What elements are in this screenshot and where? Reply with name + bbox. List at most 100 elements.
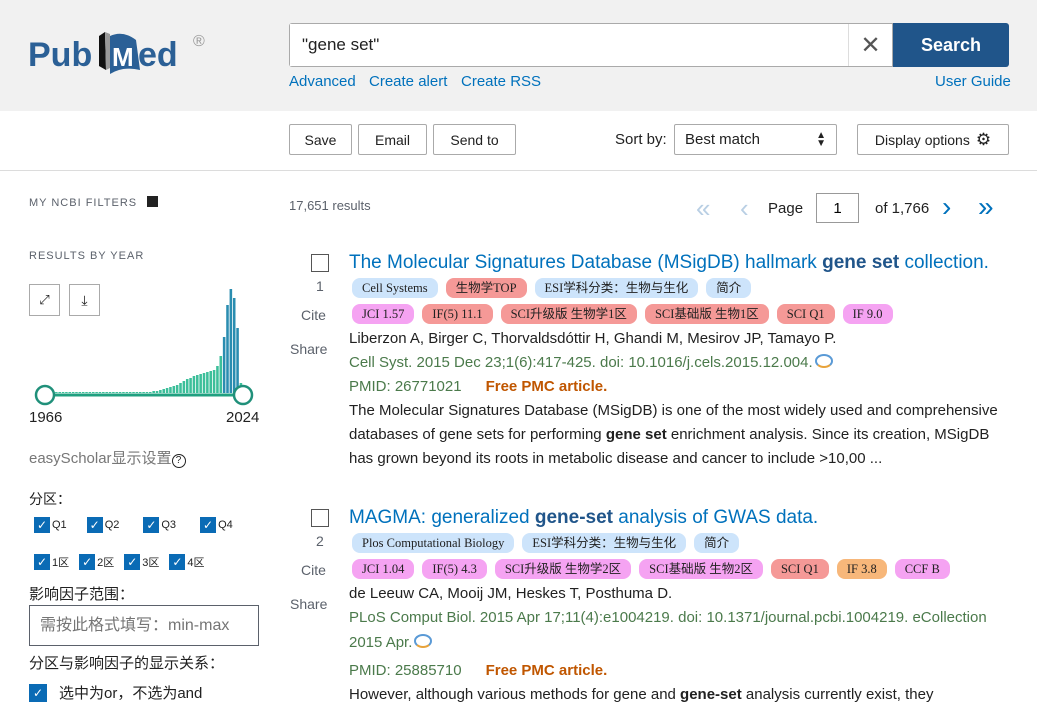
year-bar[interactable] [112, 392, 115, 393]
year-bar[interactable] [226, 305, 229, 393]
advanced-link[interactable]: Advanced [289, 73, 356, 90]
year-bar[interactable] [169, 387, 172, 393]
last-page-icon[interactable]: » [978, 191, 994, 223]
year-bar[interactable] [58, 392, 61, 393]
year-bar[interactable] [202, 373, 206, 393]
year-bar[interactable] [98, 392, 102, 393]
year-bar[interactable] [132, 392, 135, 393]
share-button[interactable]: Share [290, 596, 327, 612]
year-bar[interactable] [199, 374, 202, 393]
year-bar[interactable] [196, 375, 199, 393]
year-bar[interactable] [165, 388, 169, 393]
checkbox-q4[interactable]: ✓ [200, 517, 217, 533]
year-bar[interactable] [78, 392, 82, 393]
result-checkbox[interactable] [311, 254, 329, 272]
year-bar[interactable] [149, 392, 152, 393]
year-bar[interactable] [189, 378, 192, 393]
year-bar[interactable] [172, 386, 176, 393]
year-bar[interactable] [232, 298, 236, 393]
article-title-link[interactable]: MAGMA: generalized gene-set analysis of … [349, 507, 818, 529]
prev-page-icon[interactable]: ‹ [740, 193, 749, 224]
year-bar[interactable] [68, 392, 72, 393]
year-bar[interactable] [91, 392, 95, 393]
year-bar[interactable] [155, 391, 159, 393]
checkbox-zone2[interactable]: ✓ [79, 554, 96, 570]
year-bar[interactable] [229, 289, 233, 393]
year-bar[interactable] [102, 392, 105, 393]
easyscholar-settings[interactable]: easyScholar显示设置? [29, 447, 186, 468]
pmc-icon[interactable] [414, 634, 433, 648]
year-bar[interactable] [95, 392, 98, 393]
year-bar[interactable] [159, 390, 162, 393]
save-button[interactable]: Save [289, 124, 352, 155]
year-bar[interactable] [236, 328, 239, 393]
year-bar[interactable] [152, 391, 155, 393]
year-bar[interactable] [85, 392, 88, 393]
cite-button[interactable]: Cite [301, 562, 326, 578]
year-bar[interactable] [65, 392, 68, 393]
year-bar[interactable] [142, 392, 145, 393]
year-bar[interactable] [182, 381, 186, 393]
year-bar[interactable] [175, 385, 179, 393]
first-page-icon[interactable]: « [696, 193, 710, 224]
range-start-handle[interactable] [34, 384, 56, 406]
relation-checkbox[interactable]: ✓ [29, 683, 47, 702]
email-button[interactable]: Email [358, 124, 427, 155]
year-bar[interactable] [212, 370, 216, 393]
year-bar[interactable] [55, 392, 58, 393]
year-bar[interactable] [192, 376, 196, 393]
year-bar[interactable] [222, 337, 226, 393]
if-range-input[interactable] [29, 605, 259, 646]
year-bar[interactable] [108, 392, 112, 393]
my-ncbi-filters[interactable]: MY NCBI FILTERS [29, 196, 159, 209]
page-input[interactable] [816, 193, 859, 223]
journal-tag[interactable]: 简介 [694, 533, 740, 553]
send-to-button[interactable]: Send to [433, 124, 516, 155]
relation-option[interactable]: ✓ 选中为or，不选为and [29, 682, 202, 703]
range-end-handle[interactable] [232, 384, 254, 406]
checkbox-zone4[interactable]: ✓ [169, 554, 186, 570]
checkbox-q3[interactable]: ✓ [143, 517, 160, 533]
year-bar[interactable] [216, 366, 219, 393]
year-bar[interactable] [115, 392, 119, 393]
checkbox-zone3[interactable]: ✓ [124, 554, 141, 570]
journal-tag[interactable]: 简介 [706, 278, 752, 298]
year-histogram[interactable] [25, 280, 265, 410]
search-input[interactable] [290, 24, 845, 66]
year-bar[interactable] [185, 379, 189, 393]
year-bar[interactable] [75, 392, 78, 393]
clear-icon[interactable]: ✕ [848, 24, 892, 66]
cite-button[interactable]: Cite [301, 307, 326, 323]
share-button[interactable]: Share [290, 341, 327, 357]
create-alert-link[interactable]: Create alert [369, 73, 447, 90]
year-bar[interactable] [71, 392, 75, 393]
display-options-button[interactable]: Display options ⚙ [857, 124, 1009, 155]
create-rss-link[interactable]: Create RSS [461, 73, 541, 90]
pubmed-logo[interactable]: Pub M ed ® [28, 20, 218, 80]
checkbox-q2[interactable]: ✓ [86, 517, 103, 533]
next-page-icon[interactable]: › [942, 191, 951, 223]
year-bar[interactable] [179, 383, 182, 393]
article-title-link[interactable]: The Molecular Signatures Database (MSigD… [349, 252, 989, 274]
year-bar[interactable] [135, 392, 139, 393]
year-bar[interactable] [206, 372, 209, 393]
year-bar[interactable] [128, 392, 132, 393]
year-bar[interactable] [122, 392, 125, 393]
year-bar[interactable] [61, 392, 65, 393]
year-bar[interactable] [138, 392, 142, 393]
sort-select[interactable]: Best match ▲ ▼ [674, 124, 837, 155]
year-bar[interactable] [162, 389, 166, 393]
user-guide-link[interactable]: User Guide [935, 73, 1011, 90]
year-bar[interactable] [125, 392, 129, 393]
checkbox-q1[interactable]: ✓ [34, 517, 50, 533]
year-bar[interactable] [145, 392, 149, 393]
result-checkbox[interactable] [311, 509, 329, 527]
year-bar[interactable] [209, 371, 212, 393]
search-button[interactable]: Search [893, 23, 1009, 67]
year-bar[interactable] [81, 392, 85, 393]
checkbox-zone1[interactable]: ✓ [34, 554, 50, 570]
year-bar[interactable] [219, 356, 223, 393]
year-bar[interactable] [118, 392, 122, 393]
year-bar[interactable] [88, 392, 92, 393]
year-bar[interactable] [105, 392, 108, 393]
